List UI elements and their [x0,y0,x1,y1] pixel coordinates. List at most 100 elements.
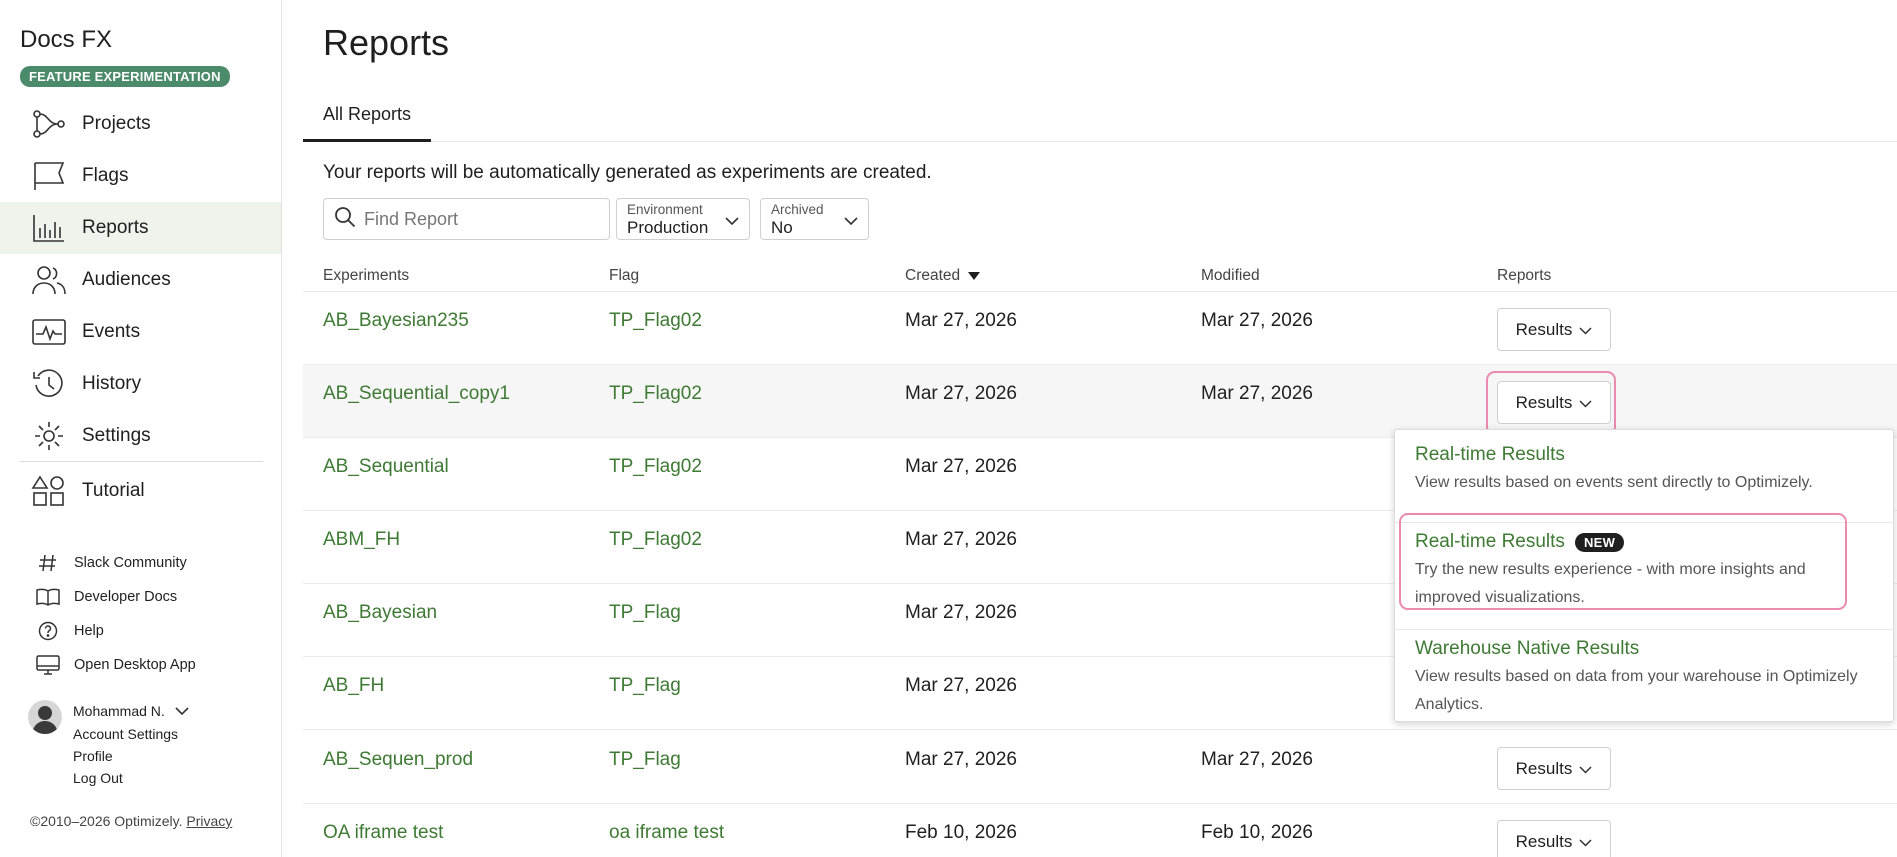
help-link[interactable]: Help [0,614,281,648]
sidebar-item-label: Tutorial [82,480,145,501]
intro-text: Your reports will be automatically gener… [323,162,932,183]
experiment-link[interactable]: AB_Sequen_prod [323,749,473,771]
sidebar-item-reports[interactable]: Reports [0,202,281,254]
sidebar-item-projects[interactable]: Projects [0,98,281,150]
aux-item-label: Help [74,623,104,639]
footer-copyright: ©2010–2026 Optimizely. Privacy [30,813,232,829]
menu-item-description: View results based on data from your war… [1415,668,1858,713]
environment-label: Environment [627,202,703,217]
created-date: Mar 27, 2026 [905,456,1017,477]
menu-item-description: View results based on events sent direct… [1415,474,1813,491]
flag-link[interactable]: TP_Flag02 [609,529,702,551]
experiment-link[interactable]: AB_Bayesian235 [323,310,469,332]
profile-link[interactable]: Profile [73,748,113,764]
menu-item-title: Real-time Results [1415,531,1565,552]
chevron-down-icon [844,213,858,231]
avatar[interactable] [28,700,62,734]
created-date: Mar 27, 2026 [905,310,1017,331]
table-row: OA iframe test oa iframe test Feb 10, 20… [303,804,1897,857]
table-row: AB_Sequen_prod TP_Flag Mar 27, 2026 Mar … [303,731,1897,804]
results-button-label: Results [1515,831,1573,851]
aux-item-label: Open Desktop App [74,657,196,673]
flag-link[interactable]: TP_Flag [609,675,681,697]
sidebar-item-flags[interactable]: Flags [0,150,281,202]
chevron-down-icon [1579,832,1592,852]
results-button-label: Results [1515,392,1573,412]
flag-link[interactable]: oa iframe test [609,822,724,844]
experiment-link[interactable]: AB_Bayesian [323,602,437,624]
search-box [323,198,610,240]
experiment-link[interactable]: ABM_FH [323,529,400,551]
column-header-reports: Reports [1497,267,1552,284]
results-button[interactable]: Results [1497,308,1611,351]
hash-icon [36,552,60,574]
slack-community-link[interactable]: Slack Community [0,546,281,580]
sidebar-item-label: Reports [82,217,149,238]
book-icon [36,586,60,608]
experiment-link[interactable]: OA iframe test [323,822,443,844]
results-button-label: Results [1515,758,1573,778]
environment-select[interactable]: Environment Production [616,198,750,240]
sidebar-item-tutorial[interactable]: Tutorial [0,465,281,517]
user-name-toggle[interactable]: Mohammad N. [73,703,189,719]
menu-item-title: Real-time Results [1415,444,1565,465]
column-header-modified[interactable]: Modified [1201,267,1260,285]
help-icon [36,620,60,642]
results-button[interactable]: Results [1497,820,1611,857]
results-button-open[interactable]: Results [1497,381,1611,424]
tab-all-reports[interactable]: All Reports [303,96,432,142]
reports-icon [30,211,68,245]
flag-link[interactable]: TP_Flag02 [609,383,702,405]
flag-link[interactable]: TP_Flag02 [609,310,702,332]
sidebar-item-history[interactable]: History [0,358,281,410]
sidebar-item-audiences[interactable]: Audiences [0,254,281,306]
account-settings-link[interactable]: Account Settings [73,726,178,742]
flag-icon [30,159,68,193]
menu-item-realtime-results-new[interactable]: Real-time Results NEW Try the new result… [1395,523,1895,630]
chevron-down-icon [1579,759,1592,779]
sidebar-item-label: Events [82,321,141,342]
results-button[interactable]: Results [1497,747,1611,790]
created-date: Mar 27, 2026 [905,675,1017,696]
menu-item-realtime-results[interactable]: Real-time Results View results based on … [1395,444,1895,523]
search-input[interactable] [364,208,594,230]
flag-link[interactable]: TP_Flag [609,602,681,624]
product-badge: FEATURE EXPERIMENTATION [20,66,230,87]
chevron-down-icon [175,703,189,719]
privacy-link[interactable]: Privacy [186,813,232,829]
sidebar-item-events[interactable]: Events [0,306,281,358]
menu-item-warehouse-native-results[interactable]: Warehouse Native Results View results ba… [1395,630,1895,722]
created-date: Mar 27, 2026 [905,529,1017,550]
modified-date: Mar 27, 2026 [1201,383,1313,404]
archived-select[interactable]: Archived No [760,198,869,240]
created-date: Feb 10, 2026 [905,822,1017,843]
experiment-link[interactable]: AB_FH [323,675,384,697]
menu-item-title: Warehouse Native Results [1415,638,1640,659]
column-header-created-label: Created [905,267,961,284]
history-icon [30,367,68,401]
log-out-link[interactable]: Log Out [73,770,123,786]
aux-links: Slack Community Developer Docs Help Open… [0,546,281,682]
projects-icon [30,107,68,141]
main-content: Reports All Reports Your reports will be… [283,0,1897,857]
column-header-experiments[interactable]: Experiments [323,267,409,285]
results-dropdown-menu: Real-time Results View results based on … [1394,429,1895,722]
copyright-text: ©2010–2026 Optimizely. [30,813,183,829]
sidebar-item-settings[interactable]: Settings [0,410,281,462]
column-header-created[interactable]: Created [905,267,981,285]
experiment-link[interactable]: AB_Sequential_copy1 [323,383,510,405]
column-header-flag[interactable]: Flag [609,267,639,285]
sidebar-item-label: Projects [82,113,151,134]
chevron-down-icon [1579,320,1592,340]
menu-item-description: Try the new results experience - with mo… [1415,561,1806,606]
flag-link[interactable]: TP_Flag [609,749,681,771]
menu-item-title-row: Real-time Results NEW [1415,531,1875,553]
developer-docs-link[interactable]: Developer Docs [0,580,281,614]
aux-item-label: Developer Docs [74,589,178,605]
open-desktop-app-link[interactable]: Open Desktop App [0,648,281,682]
flag-link[interactable]: TP_Flag02 [609,456,702,478]
modified-date: Mar 27, 2026 [1201,310,1313,331]
main-nav: Projects Flags Reports Audiences Events [0,98,281,517]
experiment-link[interactable]: AB_Sequential [323,456,449,478]
chevron-down-icon [725,213,739,231]
